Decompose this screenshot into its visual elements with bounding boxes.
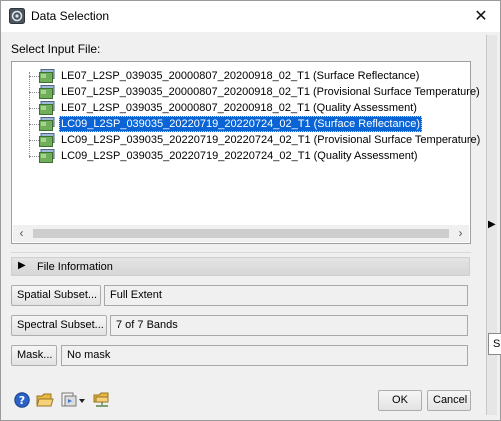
raster-file-icon — [39, 133, 55, 147]
select-input-file-label: Select Input File: — [11, 42, 101, 56]
file-options-dropdown-icon[interactable] — [60, 392, 86, 408]
close-button[interactable]: ✕ — [464, 5, 498, 29]
file-item-label: LC09_L2SP_039035_20220719_20220724_02_T1… — [59, 116, 423, 132]
raster-file-icon — [39, 117, 55, 131]
file-item-label: LC09_L2SP_039035_20220719_20220724_02_T1… — [61, 150, 418, 162]
raster-file-icon — [39, 69, 55, 83]
spatial-subset-value: Full Extent — [104, 285, 468, 306]
divider — [11, 252, 471, 253]
cancel-button[interactable]: Cancel — [427, 390, 471, 411]
tooltip: S — [488, 333, 501, 355]
scrollbar-thumb[interactable] — [33, 229, 449, 238]
window-title: Data Selection — [31, 9, 110, 23]
spectral-subset-value: 7 of 7 Bands — [110, 315, 468, 336]
raster-file-icon — [39, 85, 55, 99]
raster-file-icon — [39, 101, 55, 115]
help-icon[interactable]: ? — [14, 392, 32, 408]
svg-text:?: ? — [19, 394, 25, 407]
network-folder-icon[interactable] — [93, 392, 111, 408]
input-file-list[interactable]: LE07_L2SP_039035_20000807_20200918_02_T1… — [11, 61, 480, 244]
ok-button[interactable]: OK — [378, 390, 422, 411]
file-information-toggle[interactable]: ▶ File Information — [11, 257, 470, 276]
mask-value: No mask — [61, 345, 468, 366]
raster-file-icon — [39, 149, 55, 163]
app-icon — [9, 8, 25, 24]
file-item-label: LE07_L2SP_039035_20000807_20200918_02_T1… — [61, 70, 420, 82]
file-item-label: LE07_L2SP_039035_20000807_20200918_02_T1… — [61, 86, 480, 98]
spectral-subset-button[interactable]: Spectral Subset... — [11, 315, 107, 336]
scroll-left-icon[interactable]: ‹ — [13, 225, 30, 242]
data-selection-dialog: Data Selection ✕ Select Input File: LE07… — [0, 0, 501, 421]
expand-right-icon: ▶ — [488, 219, 496, 230]
file-item-label: LC09_L2SP_039035_20220719_20220724_02_T1… — [61, 134, 481, 146]
close-icon: ✕ — [474, 8, 488, 25]
horizontal-scrollbar[interactable]: ‹ › — [13, 225, 469, 242]
title-bar: Data Selection ✕ — [1, 1, 500, 32]
expand-arrow-icon: ▶ — [18, 260, 26, 271]
tree-connector — [29, 72, 30, 158]
spatial-subset-button[interactable]: Spatial Subset... — [11, 285, 101, 306]
file-item-label: LE07_L2SP_039035_20000807_20200918_02_T1… — [61, 102, 417, 114]
open-folder-icon[interactable] — [36, 392, 54, 408]
side-panel-toggle[interactable]: ▶ — [486, 35, 497, 415]
scroll-right-icon[interactable]: › — [452, 225, 469, 242]
mask-button[interactable]: Mask... — [11, 345, 57, 366]
file-information-label: File Information — [37, 261, 113, 273]
